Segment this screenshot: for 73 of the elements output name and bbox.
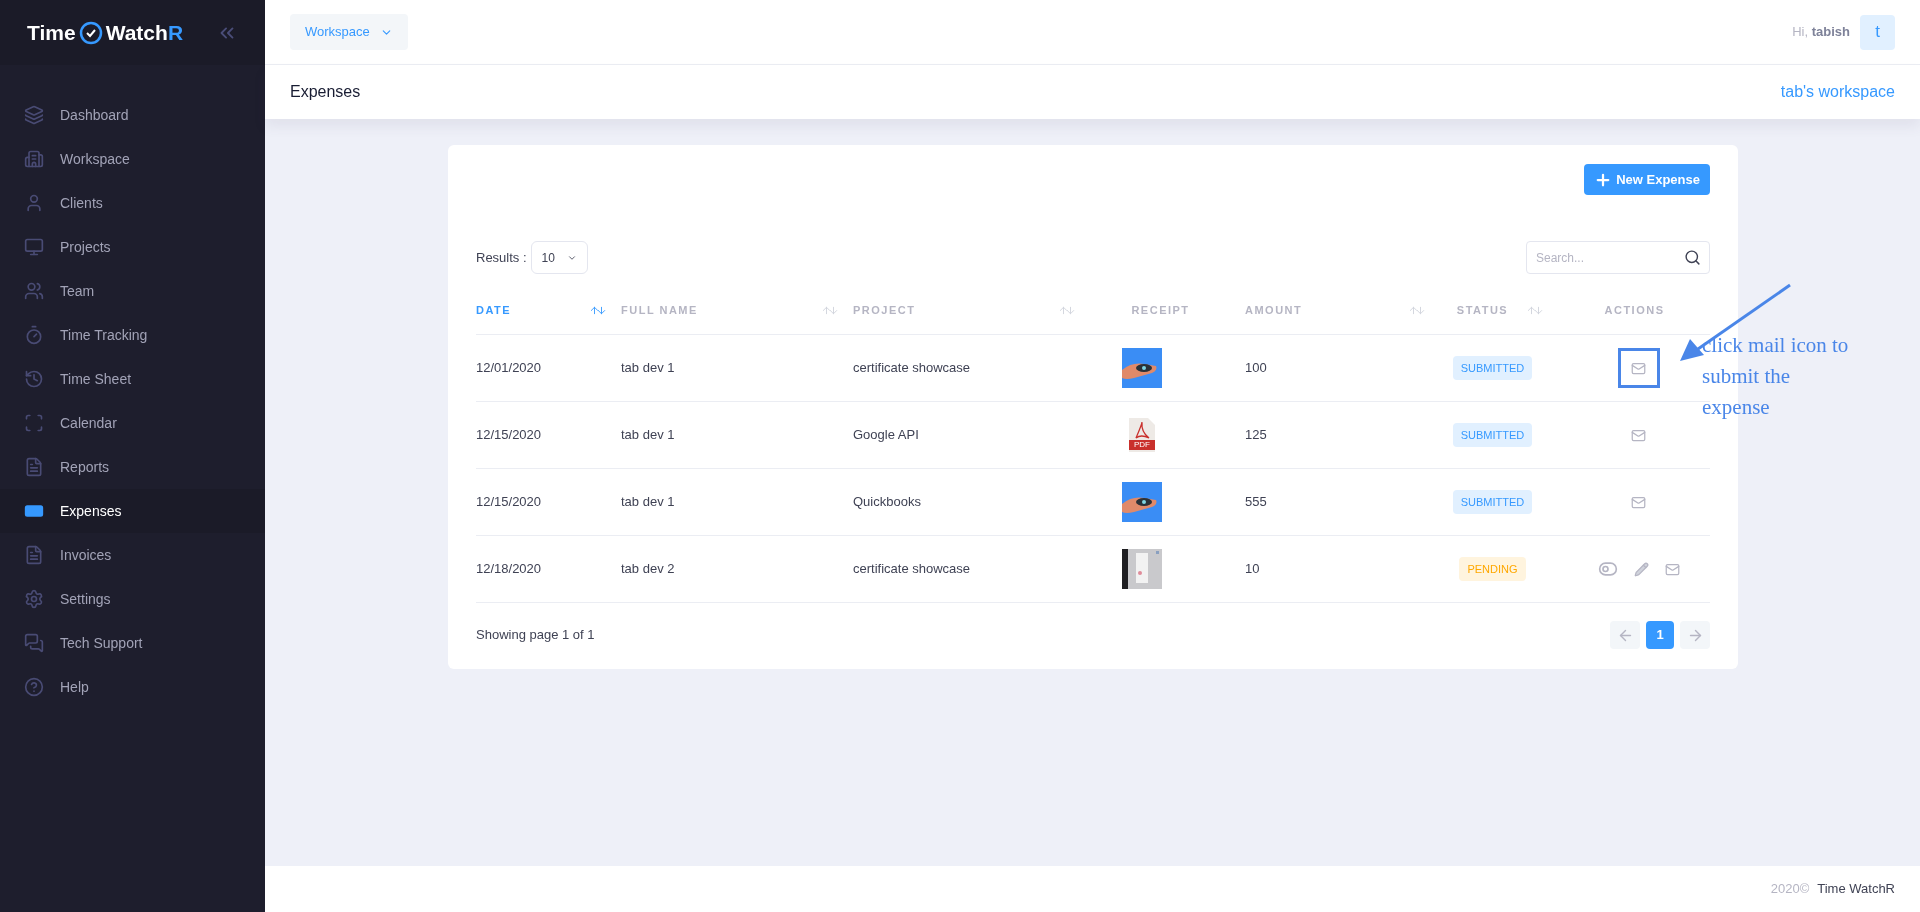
date-cell-text: 12/18/2020 — [476, 560, 542, 579]
date-cell-text: 12/15/2020 — [476, 493, 542, 512]
amount-cell-text: 125 — [1245, 426, 1267, 445]
name-cell-text: tab dev 1 — [621, 426, 675, 445]
greeting: Hi, tabish — [1792, 23, 1850, 42]
sort-icon[interactable] — [821, 305, 839, 316]
project-cell-text: certificate showcase — [853, 359, 971, 378]
status-badge: PENDING — [1459, 556, 1526, 582]
copyright-year: 2020© — [1770, 880, 1810, 899]
sort-icon[interactable] — [1408, 305, 1426, 316]
name-cell-text: tab dev 1 — [621, 493, 675, 512]
building-icon — [24, 149, 44, 169]
project-cell-text: certificate showcase — [853, 560, 971, 579]
page-info: Showing page 1 of 1 — [476, 626, 595, 645]
sort-icon[interactable] — [589, 305, 607, 316]
sidebar-item[interactable]: Projects — [0, 225, 265, 269]
column-header: RECEIPT — [1130, 303, 1191, 319]
mail-icon[interactable] — [1631, 494, 1646, 510]
next-page-button[interactable] — [1680, 621, 1710, 649]
sort-icon[interactable] — [1058, 305, 1076, 316]
amount-cell-text: 10 — [1245, 560, 1260, 579]
monitor-icon — [24, 237, 44, 257]
document-icon — [24, 457, 44, 477]
mail-icon[interactable] — [1631, 360, 1646, 376]
sidebar-item[interactable]: Reports — [0, 445, 265, 489]
sort-icon[interactable] — [1526, 305, 1545, 316]
sidebar-item[interactable]: Clients — [0, 181, 265, 225]
results-label: Results : — [476, 248, 527, 267]
edit-icon[interactable] — [1633, 561, 1649, 577]
sidebar-item[interactable]: Expenses — [0, 489, 265, 533]
page-title: Expenses — [290, 82, 361, 102]
pdf-file-icon[interactable]: PDF — [1129, 418, 1155, 452]
sidebar-item[interactable]: Invoices — [0, 533, 265, 577]
sidebar-item[interactable]: Workspace — [0, 137, 265, 181]
results-select[interactable]: 10 — [530, 241, 588, 274]
stopwatch-icon — [24, 325, 44, 345]
sidebar-item[interactable]: Dashboard — [0, 93, 265, 137]
sidebar-item[interactable]: Help — [0, 665, 265, 709]
previous-page-button[interactable] — [1610, 621, 1640, 649]
chat-icon — [24, 633, 44, 653]
name-cell-text: tab dev 2 — [621, 560, 675, 579]
document-icon — [24, 545, 44, 565]
layers-icon — [24, 105, 44, 125]
status-badge: SUBMITTED — [1452, 355, 1533, 381]
project-cell-text: Google API — [853, 426, 919, 445]
name-cell-text: tab dev 1 — [621, 359, 675, 378]
users-icon — [24, 281, 44, 301]
project-cell-text: Quickbooks — [853, 493, 921, 512]
amount-cell-text: 100 — [1245, 359, 1267, 378]
status-badge: SUBMITTED — [1452, 422, 1533, 448]
amount-cell-text: 555 — [1245, 493, 1267, 512]
column-header: ACTIONS — [1603, 303, 1666, 319]
mail-icon[interactable] — [1664, 561, 1680, 577]
sidebar-item[interactable]: Settings — [0, 577, 265, 621]
help-icon — [24, 677, 44, 697]
settings-icon — [24, 589, 44, 609]
sidebar-item[interactable]: Time Sheet — [0, 357, 265, 401]
user-icon — [24, 193, 44, 213]
file-type-label: PDF — [1129, 440, 1155, 450]
sidebar-item[interactable]: Team — [0, 269, 265, 313]
date-cell-text: 12/01/2020 — [476, 359, 542, 378]
sidebar-item[interactable]: Tech Support — [0, 621, 265, 665]
toggle-icon[interactable] — [1597, 559, 1618, 579]
mail-icon[interactable] — [1631, 427, 1646, 443]
status-badge: SUBMITTED — [1452, 489, 1533, 515]
history-icon — [24, 369, 44, 389]
scan-icon — [24, 413, 44, 433]
sidebar-item[interactable]: Time Tracking — [0, 313, 265, 357]
footer-brand[interactable]: Time WatchR — [1817, 879, 1895, 899]
date-cell-text: 12/15/2020 — [476, 426, 542, 445]
search-field[interactable]: Search... — [1526, 241, 1710, 274]
sidebar-item[interactable]: Calendar — [0, 401, 265, 445]
search-icon[interactable] — [1684, 249, 1701, 266]
